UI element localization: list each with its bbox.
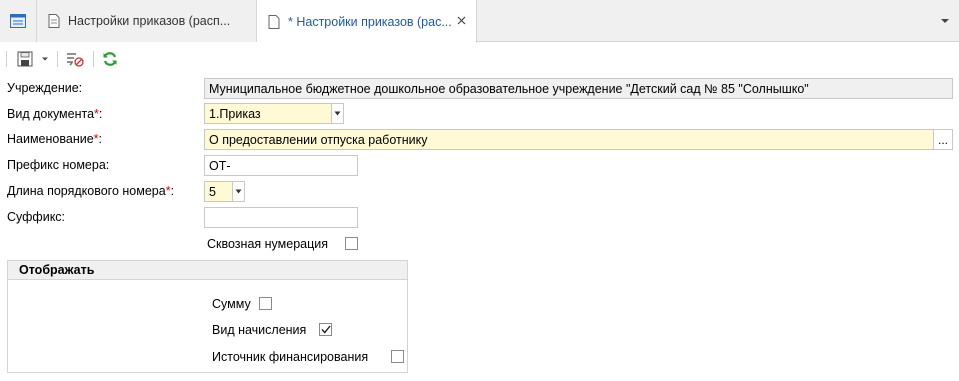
option-checkbox-funding-source[interactable]: [391, 350, 404, 363]
doc-type-select[interactable]: 1.Приказ: [204, 103, 332, 124]
toolbar-separator: [57, 51, 58, 67]
check-icon: [320, 325, 331, 334]
option-checkbox-accrual-type[interactable]: [319, 323, 332, 336]
name-select-button[interactable]: ...: [933, 129, 953, 150]
prefix-field[interactable]: ОТ-: [204, 155, 358, 176]
label-colon: :: [98, 107, 103, 121]
institution-label: Учреждение:: [7, 81, 83, 95]
option-label-accrual-type: Вид начисления: [212, 323, 307, 337]
seq-length-label-text: Длина порядкового номера: [7, 184, 166, 198]
label-colon: :: [170, 184, 175, 198]
chevron-down-icon: [235, 189, 242, 194]
name-label-text: Наименование: [7, 132, 94, 146]
tab-label: * Настройки приказов (рас...: [288, 14, 452, 29]
approve-clear-button[interactable]: [64, 49, 86, 69]
save-button[interactable]: [14, 49, 36, 69]
doc-type-dropdown-button[interactable]: [331, 103, 344, 124]
toolbar-separator: [6, 51, 7, 67]
seq-length-dropdown-button[interactable]: [232, 181, 245, 202]
display-group-title: Отображать: [8, 261, 407, 280]
tab-settings-2-active[interactable]: * Настройки приказов (рас...: [257, 0, 477, 43]
home-tab[interactable]: [0, 0, 37, 42]
save-icon: [17, 51, 33, 67]
institution-field: Муниципальное бюджетное дошкольное образ…: [204, 78, 953, 99]
save-dropdown-button[interactable]: [38, 49, 52, 69]
toolbar-separator: [93, 51, 94, 67]
close-icon[interactable]: [454, 13, 468, 27]
table-icon: [10, 14, 26, 28]
suffix-field[interactable]: [204, 207, 358, 228]
tab-settings-1[interactable]: Настройки приказов (расп...: [37, 0, 257, 42]
option-label-sum: Сумму: [212, 297, 251, 311]
dropdown-arrow-icon: [42, 57, 48, 61]
through-numbering-checkbox[interactable]: [345, 237, 358, 250]
name-field[interactable]: О предоставлении отпуска работнику: [204, 129, 934, 150]
document-icon: [268, 14, 280, 29]
tab-label: Настройки приказов (расп...: [68, 14, 231, 28]
tab-bar: Настройки приказов (расп... * Настройки …: [0, 0, 959, 43]
chevron-down-icon: [334, 111, 341, 116]
option-label-funding-source: Источник финансирования: [212, 350, 369, 364]
name-label: Наименование*:: [7, 132, 102, 146]
approve-clear-icon: [67, 53, 84, 67]
doc-type-label-text: Вид документа: [7, 107, 95, 121]
label-colon: :: [98, 132, 103, 146]
suffix-label: Суффикс:: [7, 210, 66, 224]
chevron-down-icon[interactable]: [939, 15, 951, 27]
toolbar: [0, 45, 959, 73]
refresh-button[interactable]: [99, 49, 121, 69]
option-checkbox-sum[interactable]: [259, 297, 272, 310]
refresh-icon: [103, 52, 117, 66]
prefix-label: Префикс номера:: [7, 158, 110, 172]
doc-type-label: Вид документа*:: [7, 107, 102, 121]
seq-length-field[interactable]: 5: [204, 181, 233, 202]
through-numbering-label: Сквозная нумерация: [207, 237, 329, 251]
seq-length-label: Длина порядкового номера*:: [7, 184, 174, 198]
document-icon: [48, 14, 60, 28]
